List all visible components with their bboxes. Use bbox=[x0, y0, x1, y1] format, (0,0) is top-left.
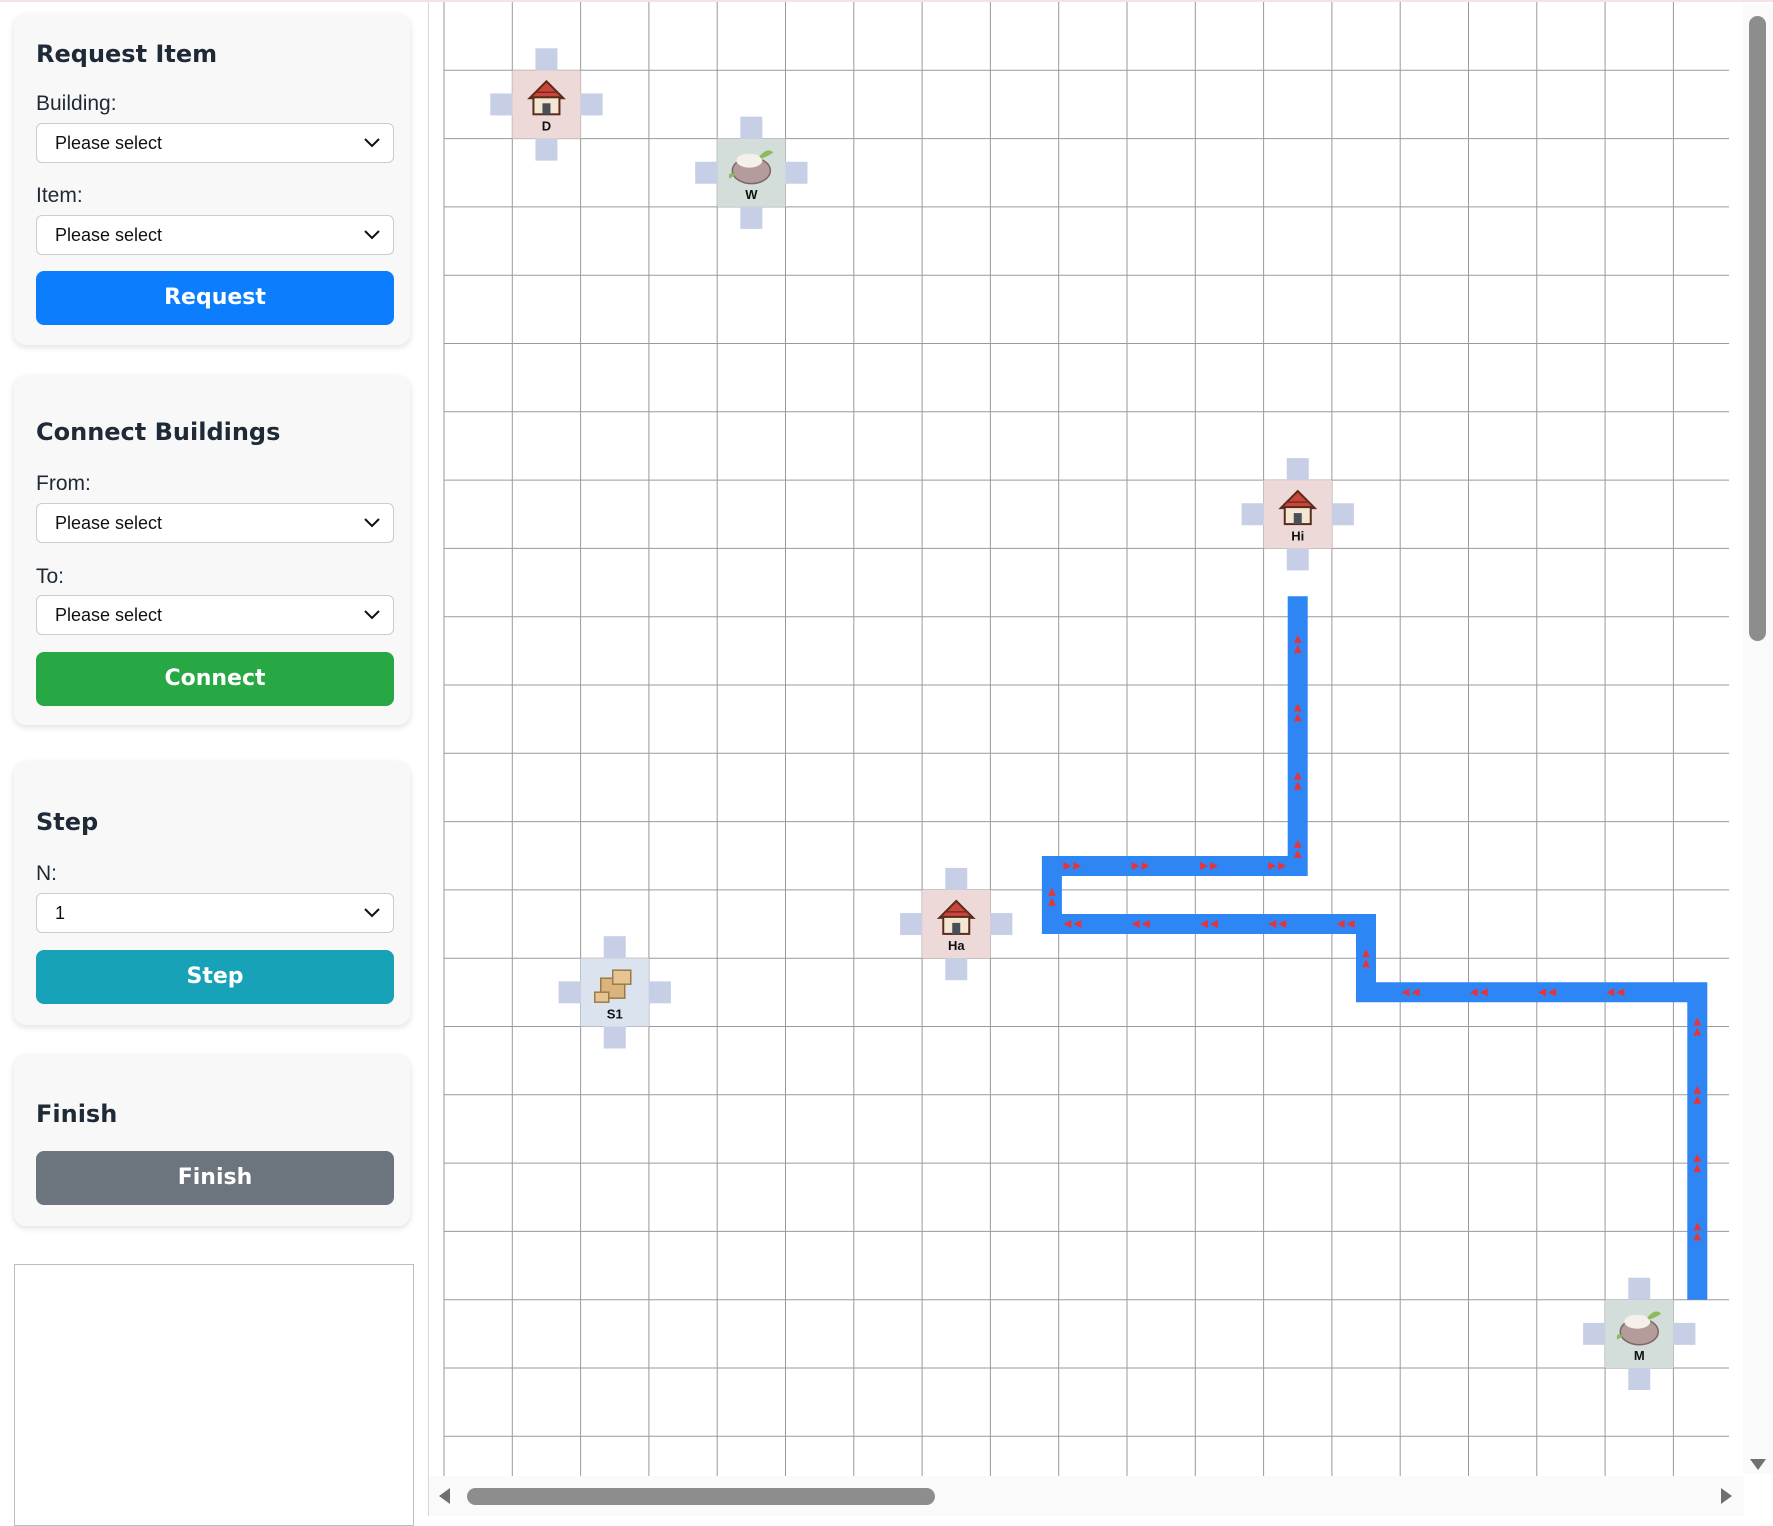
building-label: Hi bbox=[1291, 528, 1304, 543]
item-label: Item: bbox=[36, 184, 83, 207]
building-w[interactable]: W bbox=[695, 116, 808, 229]
port-bottom bbox=[1286, 548, 1309, 571]
port-left bbox=[490, 93, 513, 116]
port-top bbox=[740, 116, 763, 139]
port-bottom bbox=[603, 1026, 626, 1049]
output-log bbox=[14, 1264, 414, 1526]
connect-button[interactable]: Connect bbox=[36, 652, 394, 706]
chevron-down-icon bbox=[364, 230, 380, 240]
conveyor-path bbox=[1041, 596, 1708, 1300]
port-right bbox=[990, 913, 1013, 936]
port-right bbox=[1331, 503, 1354, 526]
n-label: N: bbox=[36, 862, 57, 885]
port-top bbox=[945, 867, 968, 890]
from-label: From: bbox=[36, 472, 91, 495]
port-bottom bbox=[1628, 1368, 1651, 1390]
port-left bbox=[1583, 1322, 1606, 1345]
vertical-scrollbar[interactable] bbox=[1743, 4, 1773, 1474]
port-top bbox=[603, 936, 626, 959]
building-label: S1 bbox=[607, 1007, 623, 1022]
from-select-value: Please select bbox=[55, 513, 163, 533]
building-label: M bbox=[1634, 1348, 1645, 1363]
building-label: D bbox=[542, 119, 551, 134]
grid-lines bbox=[443, 2, 1729, 1477]
chevron-down-icon bbox=[364, 908, 380, 918]
port-top bbox=[1286, 458, 1309, 481]
to-select[interactable]: Please select bbox=[36, 595, 394, 635]
n-select[interactable]: 1 bbox=[36, 893, 394, 933]
building-label: Building: bbox=[36, 92, 117, 115]
step-title: Step bbox=[36, 808, 99, 836]
building-s1[interactable]: S1 bbox=[558, 936, 671, 1049]
buildings-layer: D W Hi Ha S1 M bbox=[490, 48, 1696, 1390]
horizontal-scrollbar[interactable] bbox=[429, 1476, 1744, 1516]
scroll-left-arrow-icon[interactable] bbox=[439, 1488, 450, 1504]
port-top bbox=[1628, 1277, 1651, 1300]
building-label: Ha bbox=[948, 938, 965, 953]
port-left bbox=[558, 981, 581, 1004]
chevron-down-icon bbox=[364, 138, 380, 148]
horizontal-scroll-thumb[interactable] bbox=[467, 1488, 935, 1505]
chevron-down-icon bbox=[364, 518, 380, 528]
chevron-down-icon bbox=[364, 610, 380, 620]
building-select-value: Please select bbox=[55, 133, 163, 153]
port-left bbox=[695, 161, 718, 184]
finish-title: Finish bbox=[36, 1100, 118, 1128]
step-panel: Step N: 1 Step bbox=[14, 762, 410, 1025]
building-select[interactable]: Please select bbox=[36, 123, 394, 163]
step-button[interactable]: Step bbox=[36, 950, 394, 1004]
item-select-value: Please select bbox=[55, 225, 163, 245]
port-bottom bbox=[535, 138, 558, 161]
scroll-down-arrow-icon[interactable] bbox=[1750, 1459, 1766, 1470]
port-bottom bbox=[945, 958, 968, 981]
port-right bbox=[580, 93, 603, 116]
request-button[interactable]: Request bbox=[36, 271, 394, 325]
port-left bbox=[900, 913, 923, 936]
vertical-scroll-thumb[interactable] bbox=[1749, 16, 1766, 641]
finish-panel: Finish Finish bbox=[14, 1055, 410, 1226]
port-right bbox=[785, 161, 808, 184]
port-top bbox=[535, 48, 558, 71]
finish-button[interactable]: Finish bbox=[36, 1151, 394, 1205]
scroll-right-arrow-icon[interactable] bbox=[1721, 1488, 1732, 1504]
map-viewport[interactable]: D W Hi Ha S1 M bbox=[428, 2, 1773, 1516]
connect-buildings-title: Connect Buildings bbox=[36, 418, 281, 446]
building-m[interactable]: M bbox=[1583, 1277, 1696, 1390]
map-canvas[interactable]: D W Hi Ha S1 M bbox=[429, 2, 1729, 1477]
item-select[interactable]: Please select bbox=[36, 215, 394, 255]
to-label: To: bbox=[36, 565, 65, 588]
port-right bbox=[1673, 1322, 1696, 1345]
request-item-title: Request Item bbox=[36, 40, 218, 68]
port-left bbox=[1241, 503, 1264, 526]
request-item-panel: Request Item Building: Please select Ite… bbox=[14, 14, 410, 345]
connect-buildings-panel: Connect Buildings From: Please select To… bbox=[14, 376, 410, 725]
connection-path bbox=[1041, 596, 1708, 1300]
building-d[interactable]: D bbox=[490, 48, 603, 161]
building-label: W bbox=[745, 187, 758, 202]
port-right bbox=[648, 981, 671, 1004]
to-select-value: Please select bbox=[55, 605, 163, 625]
building-hi[interactable]: Hi bbox=[1241, 458, 1354, 571]
building-ha[interactable]: Ha bbox=[900, 867, 1013, 981]
n-select-value: 1 bbox=[55, 903, 66, 923]
port-bottom bbox=[740, 206, 763, 229]
from-select[interactable]: Please select bbox=[36, 503, 394, 543]
